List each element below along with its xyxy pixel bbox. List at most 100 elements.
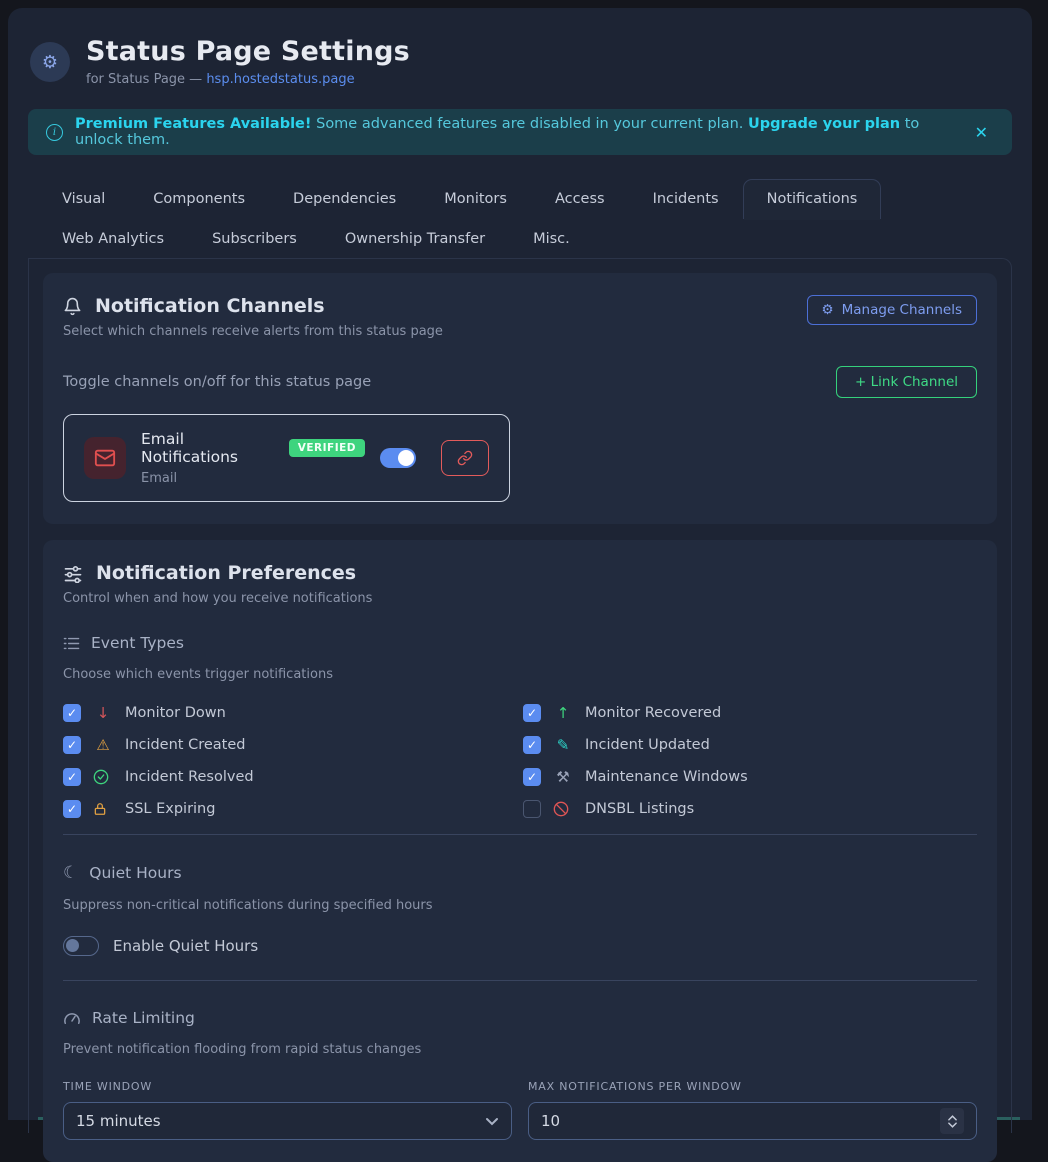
- gauge-icon: [63, 1010, 81, 1026]
- premium-banner: i Premium Features Available! Some advan…: [28, 109, 1012, 155]
- link-channel-button[interactable]: + Link Channel: [836, 366, 977, 398]
- quiet-hours-title: Quiet Hours: [89, 864, 181, 882]
- warning-icon: ⚠: [93, 736, 113, 754]
- quiet-hours-toggle[interactable]: [63, 936, 99, 956]
- premium-banner-middle: Some advanced features are disabled in y…: [312, 116, 749, 132]
- event-incident-created: ⚠ Incident Created: [63, 735, 523, 754]
- email-channel-toggle[interactable]: [380, 448, 416, 468]
- settings-page: ⚙ Status Page Settings for Status Page —…: [8, 8, 1032, 1120]
- close-icon[interactable]: ✕: [969, 119, 994, 146]
- gear-icon: ⚙: [822, 302, 834, 318]
- channel-name: Email Notifications: [141, 430, 279, 466]
- ban-icon: [553, 801, 573, 817]
- tab-subscribers[interactable]: Subscribers: [188, 219, 321, 259]
- tab-notifications[interactable]: Notifications: [743, 179, 882, 219]
- event-monitor-recovered: ↑ Monitor Recovered: [523, 703, 977, 722]
- info-icon: i: [46, 124, 63, 141]
- event-ssl-expiring: SSL Expiring: [63, 799, 523, 818]
- channel-type: Email: [141, 471, 365, 486]
- quiet-hours-toggle-label: Enable Quiet Hours: [113, 937, 258, 955]
- tab-ownership-transfer[interactable]: Ownership Transfer: [321, 219, 509, 259]
- event-label: Monitor Down: [125, 705, 226, 721]
- rate-limiting-subtitle: Prevent notification flooding from rapid…: [63, 1042, 977, 1057]
- divider: [63, 980, 977, 981]
- tab-incidents[interactable]: Incidents: [629, 179, 743, 219]
- monitor-down-checkbox[interactable]: [63, 704, 81, 722]
- incident-created-checkbox[interactable]: [63, 736, 81, 754]
- premium-banner-title: Premium Features Available!: [75, 116, 312, 132]
- event-incident-updated: ✎ Incident Updated: [523, 735, 977, 754]
- quiet-hours-header: ☾ Quiet Hours: [63, 863, 977, 883]
- list-icon: [63, 636, 80, 651]
- rate-limiting-title: Rate Limiting: [92, 1009, 195, 1027]
- event-types-title: Event Types: [91, 634, 184, 652]
- sliders-icon: [63, 563, 83, 583]
- preferences-title: Notification Preferences: [96, 562, 356, 584]
- event-label: Incident Created: [125, 737, 245, 753]
- tab-web-analytics[interactable]: Web Analytics: [38, 219, 188, 259]
- status-page-link[interactable]: hsp.hostedstatus.page: [206, 72, 354, 87]
- channels-subtitle: Select which channels receive alerts fro…: [63, 324, 443, 339]
- link-icon: [457, 450, 473, 466]
- check-circle-icon: [93, 769, 113, 785]
- channels-title: Notification Channels: [95, 295, 325, 317]
- ssl-expiring-checkbox[interactable]: [63, 800, 81, 818]
- rate-limiting-header: Rate Limiting: [63, 1009, 977, 1027]
- tab-components[interactable]: Components: [129, 179, 269, 219]
- notification-preferences-card: Notification Preferences Control when an…: [43, 540, 997, 1162]
- lock-icon: [93, 801, 113, 817]
- event-label: Maintenance Windows: [585, 769, 748, 785]
- manage-channels-button[interactable]: ⚙ Manage Channels: [807, 295, 977, 325]
- manage-channels-label: Manage Channels: [842, 302, 962, 318]
- unlink-channel-button[interactable]: [441, 440, 489, 476]
- time-window-select[interactable]: 15 minutes: [63, 1102, 512, 1140]
- tab-misc[interactable]: Misc.: [509, 219, 594, 259]
- incident-resolved-checkbox[interactable]: [63, 768, 81, 786]
- event-incident-resolved: Incident Resolved: [63, 767, 523, 786]
- rate-limiting-form: TIME WINDOW 15 minutes MAX NOTIFICATIONS…: [63, 1080, 977, 1140]
- event-label: Incident Updated: [585, 737, 710, 753]
- toggle-hint: Toggle channels on/off for this status p…: [63, 374, 371, 390]
- maintenance-windows-checkbox[interactable]: [523, 768, 541, 786]
- time-window-label: TIME WINDOW: [63, 1080, 512, 1093]
- tab-access[interactable]: Access: [531, 179, 629, 219]
- page-header: ⚙ Status Page Settings for Status Page —…: [28, 36, 1012, 87]
- arrow-up-icon: ↑: [553, 704, 573, 722]
- email-channel-card: Email Notifications VERIFIED Email: [63, 414, 510, 502]
- preferences-subtitle: Control when and how you receive notific…: [63, 591, 977, 606]
- upgrade-plan-link[interactable]: Upgrade your plan: [748, 116, 900, 132]
- event-types-header: Event Types: [63, 634, 977, 652]
- event-label: Incident Resolved: [125, 769, 254, 785]
- tab-visual[interactable]: Visual: [38, 179, 129, 219]
- arrow-down-icon: ↓: [93, 704, 113, 722]
- verified-badge: VERIFIED: [289, 439, 365, 457]
- tab-dependencies[interactable]: Dependencies: [269, 179, 420, 219]
- page-subtitle-text: for Status Page —: [86, 72, 206, 87]
- settings-tabs: Visual Components Dependencies Monitors …: [28, 179, 1012, 259]
- pencil-icon: ✎: [553, 736, 573, 754]
- event-label: Monitor Recovered: [585, 705, 721, 721]
- moon-icon: ☾: [63, 863, 78, 883]
- number-stepper[interactable]: [940, 1108, 964, 1134]
- tab-monitors[interactable]: Monitors: [420, 179, 531, 219]
- notification-channels-card: Notification Channels Select which chann…: [43, 273, 997, 524]
- premium-banner-text: Premium Features Available! Some advance…: [75, 116, 957, 148]
- incident-updated-checkbox[interactable]: [523, 736, 541, 754]
- dnsbl-listings-checkbox[interactable]: [523, 800, 541, 818]
- event-monitor-down: ↓ Monitor Down: [63, 703, 523, 722]
- event-types-subtitle: Choose which events trigger notification…: [63, 667, 977, 682]
- quiet-hours-subtitle: Suppress non-critical notifications duri…: [63, 898, 977, 913]
- tools-icon: ⚒: [553, 768, 573, 786]
- event-dnsbl-listings: DNSBL Listings: [523, 799, 977, 818]
- event-label: DNSBL Listings: [585, 801, 694, 817]
- time-window-value: 15 minutes: [76, 1112, 485, 1130]
- bell-icon: [63, 296, 82, 317]
- event-types-grid: ↓ Monitor Down ↑ Monitor Recovered ⚠ Inc…: [63, 703, 977, 818]
- gear-icon: ⚙: [30, 42, 70, 82]
- max-notifications-input[interactable]: 10: [528, 1102, 977, 1140]
- monitor-recovered-checkbox[interactable]: [523, 704, 541, 722]
- event-maintenance-windows: ⚒ Maintenance Windows: [523, 767, 977, 786]
- divider: [63, 834, 977, 835]
- page-title: Status Page Settings: [86, 36, 410, 67]
- notifications-panel: Notification Channels Select which chann…: [28, 258, 1012, 1133]
